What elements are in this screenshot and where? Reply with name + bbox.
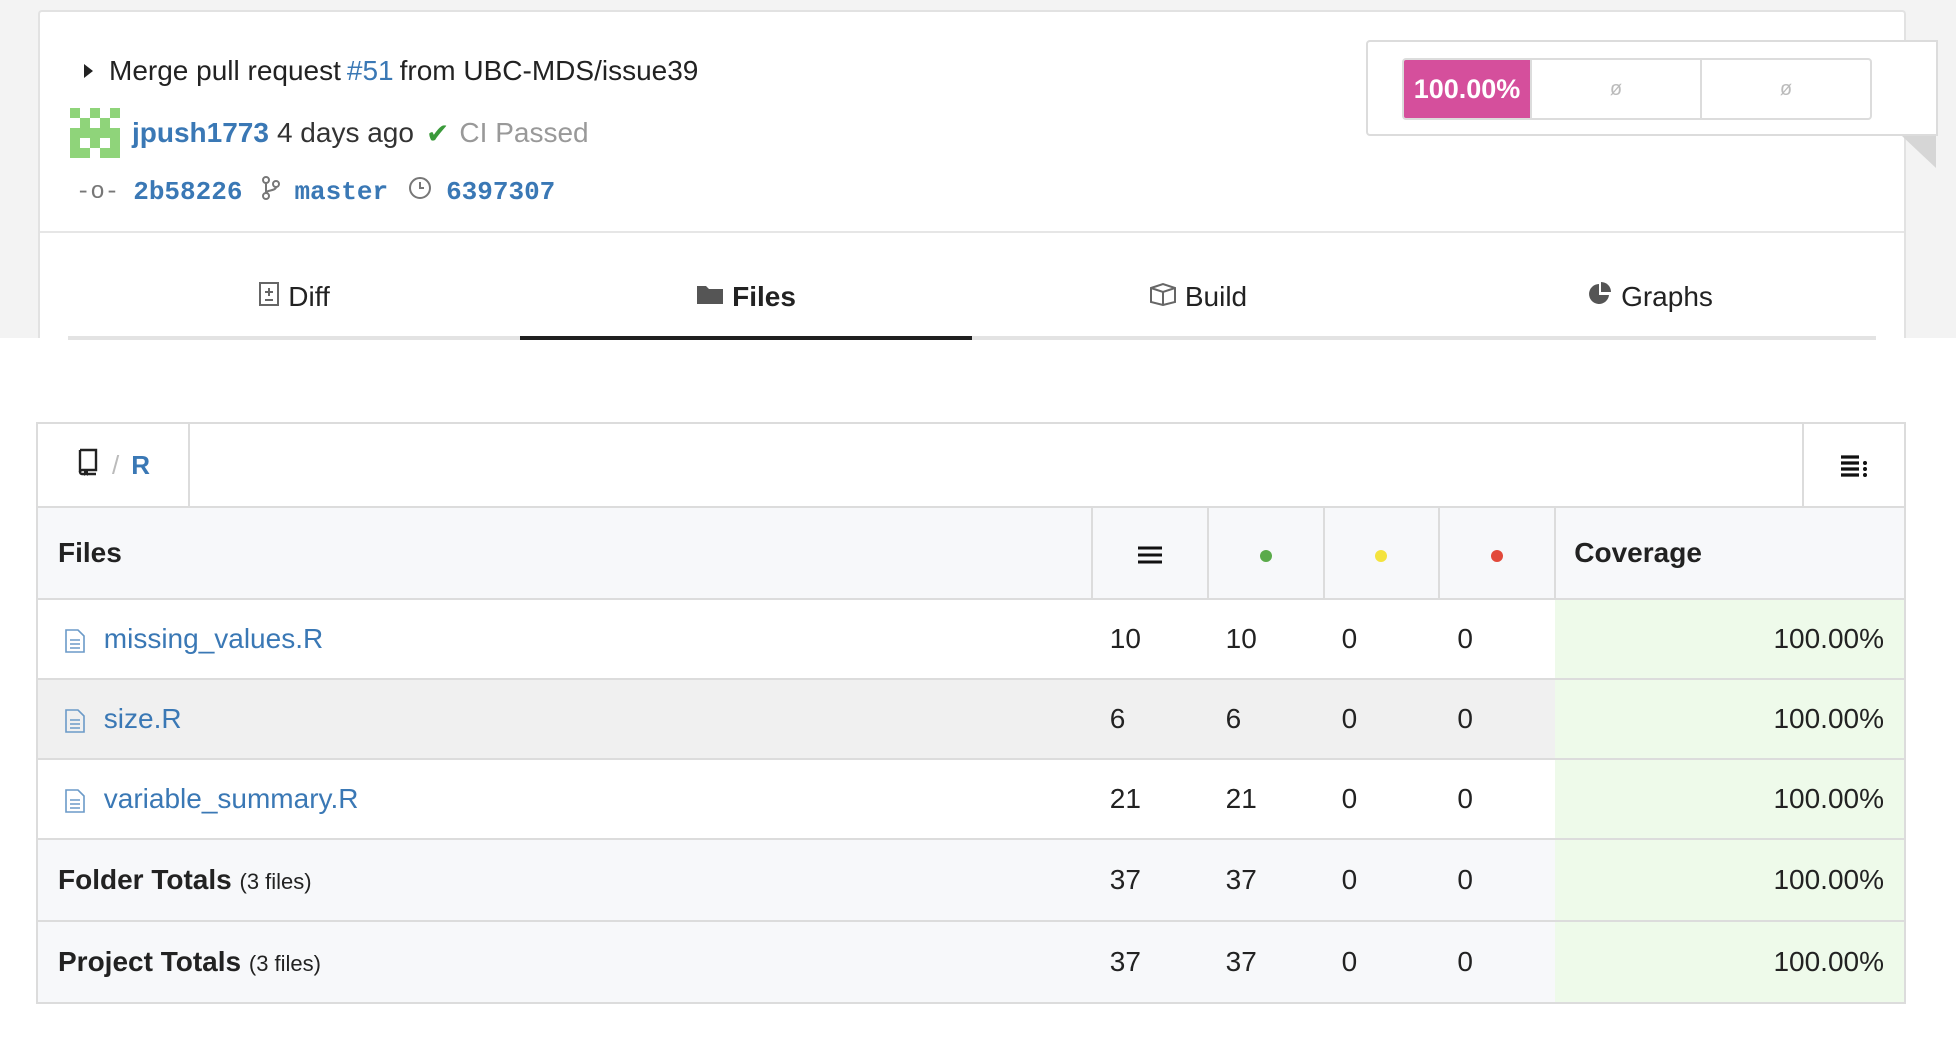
partials-column-header[interactable] [1322,507,1440,600]
tab-build-label: Build [1184,281,1248,312]
hits-cell: 37 [1207,921,1324,1004]
author-link[interactable]: jpush1773 [132,117,269,149]
coverage-cell: 100.00% [1555,759,1905,840]
repo-book-icon[interactable] [76,448,100,483]
tab-files[interactable]: Files [520,258,972,340]
table-row[interactable]: size.R 6 6 0 0 100.00% [37,679,1905,760]
folder-totals-label: Folder Totals [58,864,232,895]
misses-cell: 0 [1439,599,1556,680]
lines-cell: 10 [1091,599,1208,680]
partials-cell: 0 [1323,759,1440,840]
coverage-cell: 100.00% [1555,839,1905,922]
hits-cell: 37 [1207,839,1324,922]
commit-message-prefix: Merge pull request [109,55,341,86]
parent-sha-link[interactable]: 6397307 [446,177,555,207]
hits-cell: 21 [1207,759,1324,840]
commit-time: 4 days ago [276,117,414,148]
commit-refs: -o- 2b58226 master 6397307 [76,176,575,208]
miss-dot-icon [1491,550,1504,562]
coverage-percent: 100.00% [1404,60,1530,118]
partials-cell: 0 [1323,921,1440,1004]
author-line: jpush1773 4 days ago ✔ CI Passed [70,108,589,158]
coverage-cell: 100.00% [1555,599,1905,680]
diff-icon [258,281,280,314]
folder-totals-row: Folder Totals (3 files) 37 37 0 0 100.00… [37,839,1905,922]
breadcrumb: / R [38,424,190,506]
history-icon [408,176,432,208]
files-column-header[interactable]: Files [37,507,1092,600]
pie-chart-icon [1587,281,1613,314]
table-header-row: Files Coverage [37,507,1905,600]
hits-cell: 10 [1207,599,1324,680]
file-link[interactable]: variable_summary.R [104,783,359,814]
file-icon [65,708,85,733]
file-link[interactable]: size.R [104,703,182,734]
tab-graphs[interactable]: Graphs [1424,258,1876,336]
partials-cell: 0 [1323,679,1440,760]
coverage-table: Files Coverage missing_values.R 10 10 0 … [36,506,1906,1004]
list-options-icon[interactable] [1802,424,1904,506]
coverage-change-2: ø [1700,60,1870,118]
folder-icon [696,283,724,312]
misses-column-header[interactable] [1438,507,1556,600]
hits-column-header[interactable] [1206,507,1324,600]
misses-cell: 0 [1439,839,1556,922]
pull-request-link[interactable]: #51 [347,55,394,87]
file-toolbar: / R [36,422,1906,506]
coverage-badge-box: 100.00% ø ø [1366,40,1938,136]
tab-files-label: Files [732,281,796,312]
tab-diff-label: Diff [288,281,330,312]
lines-cell: 21 [1091,759,1208,840]
branch-link[interactable]: master [294,177,388,207]
partials-cell: 0 [1323,839,1440,922]
lines-cell: 37 [1091,921,1208,1004]
project-totals-label: Project Totals [58,946,242,977]
expand-caret-icon[interactable] [84,64,93,78]
coverage-cell: 100.00% [1555,679,1905,760]
breadcrumb-separator: / [112,449,120,480]
misses-cell: 0 [1439,921,1556,1004]
misses-cell: 0 [1439,679,1556,760]
misses-cell: 0 [1439,759,1556,840]
lines-column-header[interactable] [1090,507,1208,600]
lines-cell: 37 [1091,839,1208,922]
partial-dot-icon [1375,550,1388,562]
box-icon [1149,282,1177,313]
branch-icon [262,176,281,208]
coverage-cell: 100.00% [1555,921,1905,1004]
table-row[interactable]: variable_summary.R 21 21 0 0 100.00% [37,759,1905,840]
commit-icon: -o- [76,178,120,206]
lines-icon [1137,546,1162,564]
partials-cell: 0 [1323,599,1440,680]
tab-diff[interactable]: Diff [68,258,520,336]
project-totals-row: Project Totals (3 files) 37 37 0 0 100.0… [37,921,1905,1004]
card-divider [40,231,1904,233]
check-icon: ✔ [425,117,450,149]
lines-cell: 6 [1091,679,1208,760]
folder-totals-file-count: (3 files) [239,869,312,894]
commit-message-suffix: from UBC-MDS/issue39 [399,55,699,86]
hit-dot-icon [1259,550,1272,562]
file-icon [65,788,85,813]
file-icon [65,628,85,653]
tab-build[interactable]: Build [972,258,1424,336]
hits-cell: 6 [1207,679,1324,760]
avatar[interactable] [70,108,120,158]
file-link[interactable]: missing_values.R [104,623,323,654]
table-row[interactable]: missing_values.R 10 10 0 0 100.00% [37,599,1905,680]
ci-status[interactable]: CI Passed [459,117,588,149]
commit-sha-link[interactable]: 2b58226 [133,177,242,207]
coverage-change-1: ø [1530,60,1700,118]
coverage-column-header[interactable]: Coverage [1554,507,1905,600]
breadcrumb-folder[interactable]: R [131,450,150,481]
commit-message: Merge pull request #51 from UBC-MDS/issu… [84,55,698,87]
badge-fold-corner [1902,136,1936,168]
project-totals-file-count: (3 files) [248,951,321,976]
coverage-badge[interactable]: 100.00% ø ø [1402,58,1872,120]
tab-graphs-label: Graphs [1621,281,1713,312]
commit-tabs: Diff Files Build Graphs [68,258,1876,340]
